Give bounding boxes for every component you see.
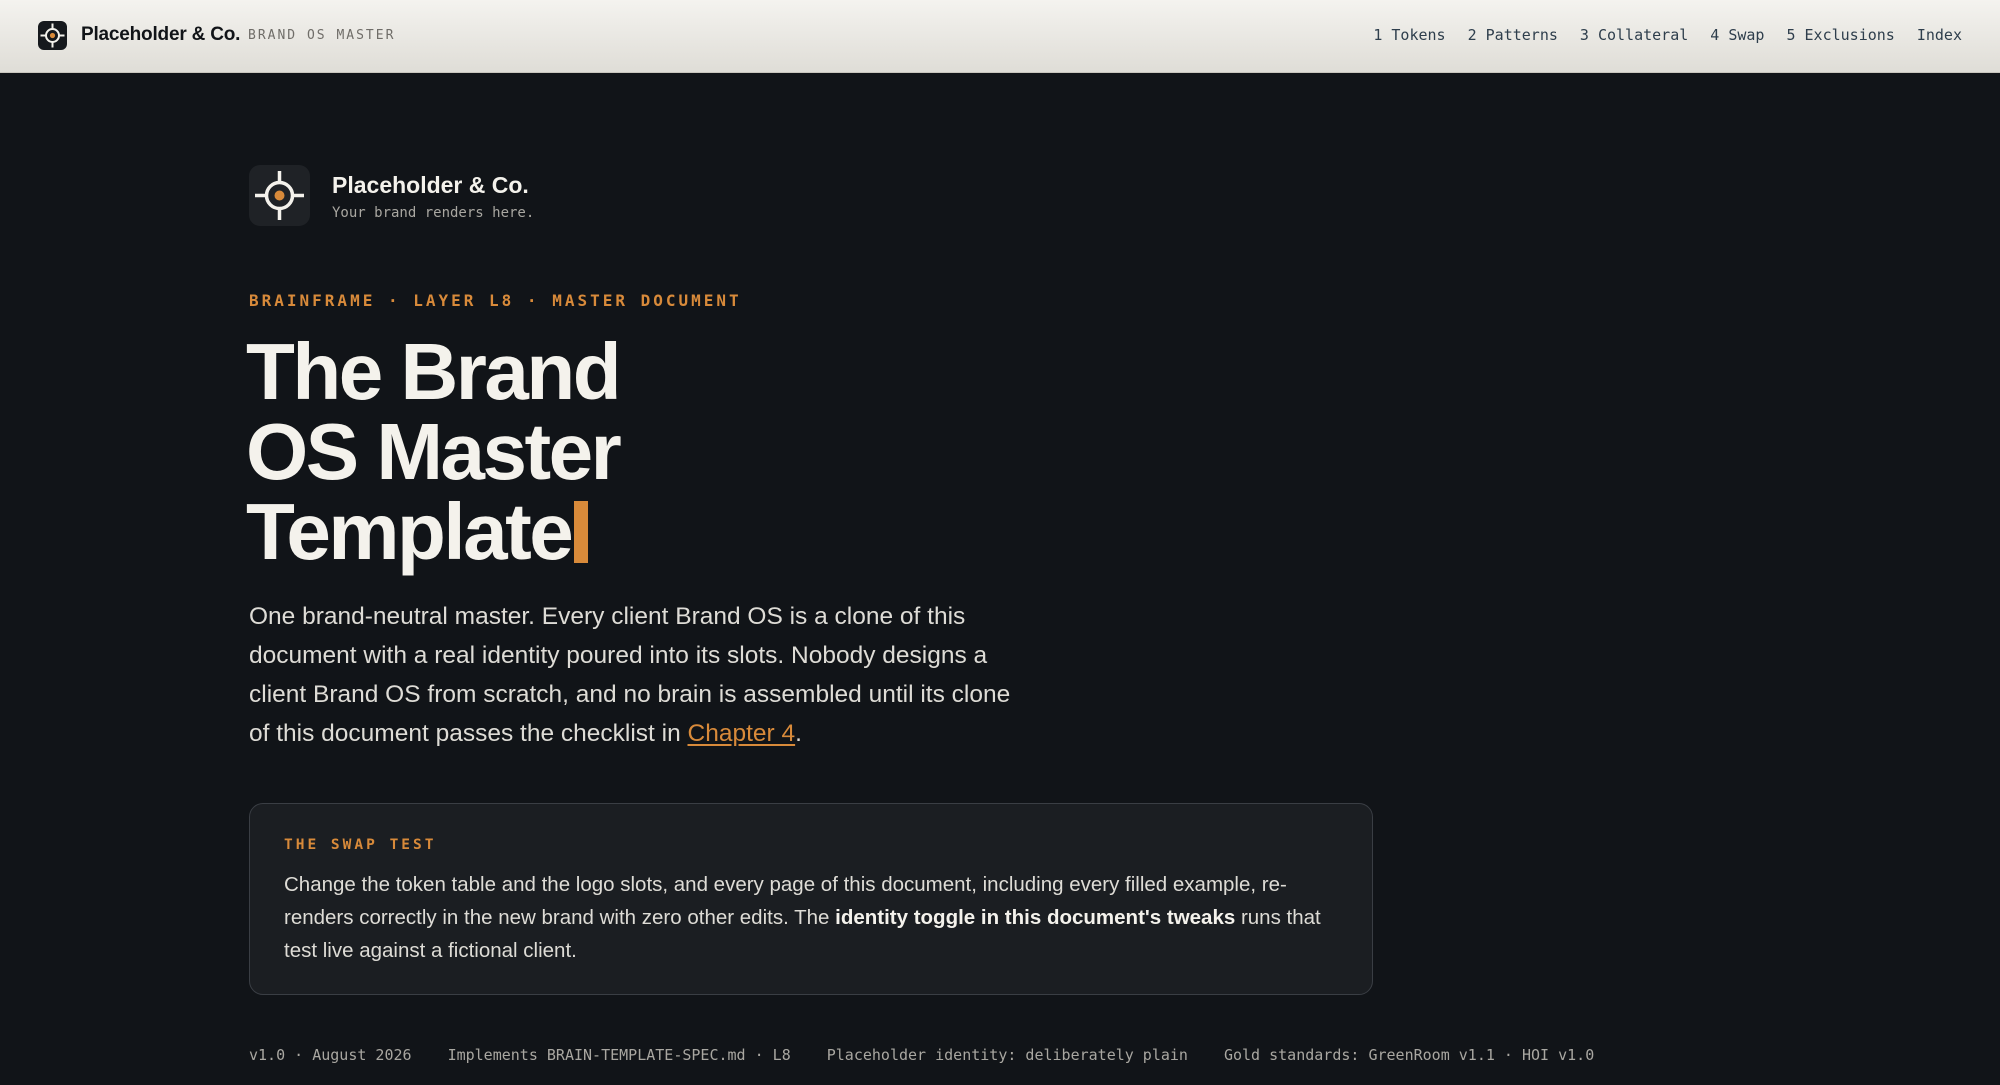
brand-logo-icon[interactable] — [38, 21, 67, 50]
lead-text: One brand-neutral master. Every client B… — [249, 603, 1011, 747]
nav-patterns[interactable]: 2 Patterns — [1468, 26, 1558, 44]
page-title: The Brand OS Master Template — [246, 332, 1046, 572]
title-line-1: The Brand — [246, 327, 622, 416]
identity-tagline: Your brand renders here. — [332, 205, 535, 221]
callout-text-strong: identity toggle in this document's tweak… — [835, 906, 1236, 929]
meta-identity-note: Placeholder identity: deliberately plain — [826, 1046, 1188, 1064]
title-line-2: OS Master — [246, 407, 622, 496]
lead-end: . — [795, 720, 802, 747]
meta-version: v1.0 · August 2026 — [249, 1046, 412, 1064]
nav-index[interactable]: Index — [1917, 26, 1962, 44]
text-cursor-icon — [574, 501, 589, 563]
topbar-brand-subtitle: BRAND OS MASTER — [248, 28, 396, 43]
meta-implements: Implements BRAIN-TEMPLATE-SPEC.md · L8 — [447, 1046, 791, 1064]
brand-mark-icon — [249, 165, 310, 226]
nav-tokens[interactable]: 1 Tokens — [1373, 26, 1445, 44]
title-line-3: Template — [246, 487, 574, 576]
nav-exclusions[interactable]: 5 Exclusions — [1786, 26, 1894, 44]
identity-block: Placeholder & Co. Your brand renders her… — [249, 165, 849, 227]
callout-label: THE SWAP TEST — [284, 837, 437, 853]
swap-test-callout: THE SWAP TEST Change the token table and… — [249, 803, 1373, 995]
nav-swap[interactable]: 4 Swap — [1710, 26, 1764, 44]
title-line-3-wrap: Template — [246, 492, 1046, 572]
callout-body: Change the token table and the logo slot… — [284, 868, 1344, 967]
meta-footer: v1.0 · August 2026 Implements BRAIN-TEMP… — [249, 1046, 1594, 1064]
meta-gold-standards: Gold standards: GreenRoom v1.1 · HOI v1.… — [1223, 1046, 1595, 1064]
lead-paragraph: One brand-neutral master. Every client B… — [249, 597, 1019, 753]
hero-eyebrow: BRAINFRAME · LAYER L8 · MASTER DOCUMENT — [249, 291, 742, 310]
identity-name: Placeholder & Co. — [332, 172, 529, 198]
top-bar: Placeholder & Co. BRAND OS MASTER 1 Toke… — [0, 0, 2000, 73]
chapter-4-link[interactable]: Chapter 4 — [688, 720, 796, 747]
top-navigation: 1 Tokens 2 Patterns 3 Collateral 4 Swap … — [1373, 26, 1962, 44]
nav-collateral[interactable]: 3 Collateral — [1580, 26, 1688, 44]
topbar-brand-name[interactable]: Placeholder & Co. — [81, 24, 240, 46]
